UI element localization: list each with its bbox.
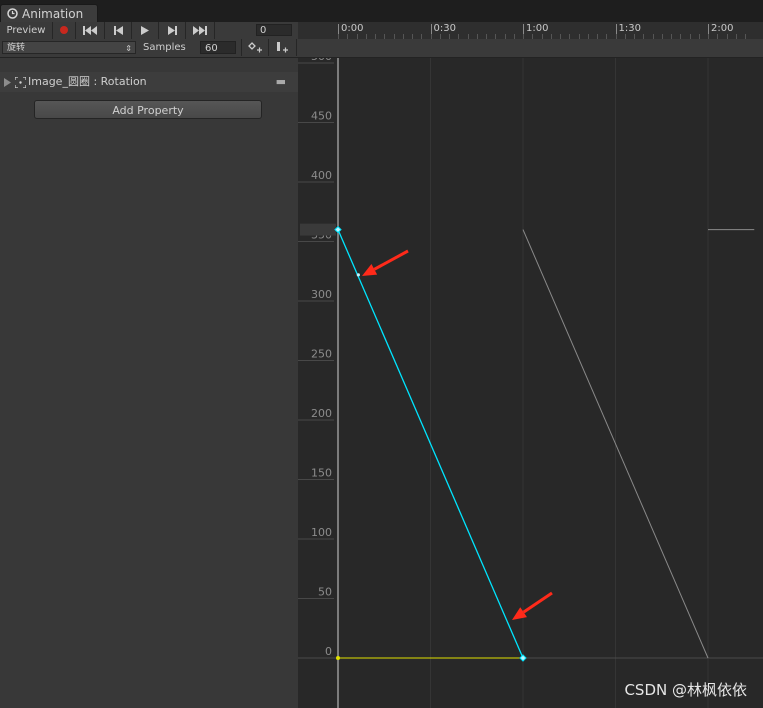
property-row[interactable]: Image_圆圈 : Rotation ▬ [0,72,298,92]
ruler-time-label: 0:00 [341,23,364,34]
y-tick-label: 300 [311,288,332,301]
preview-label: Preview [6,25,46,36]
playback-toolbar: Preview 0 [0,22,298,40]
y-tick-label: 450 [311,110,332,123]
y-tick-label: 50 [318,586,332,599]
y-tick-label: 0 [325,645,332,658]
annotation-arrow-shaft [522,591,553,614]
y-tick-label: 500 [311,58,332,63]
clip-dropdown[interactable]: 旋转 ⇕ [2,41,136,54]
y-tick-label: 150 [311,467,332,480]
add-keyframe-icon [248,42,262,53]
ruler-time-label: 1:00 [526,23,549,34]
property-label: Image_圆圈 : Rotation [28,75,147,88]
watermark: CSDN @林枫依依 [624,681,747,699]
curve-editor[interactable]: 050100150200250300350400450500 [298,58,763,708]
frame-input[interactable]: 0 [256,24,292,36]
annotation-arrow-shaft [373,249,409,271]
frame-value: 0 [260,25,267,36]
step-back-icon [113,26,123,35]
add-event-button[interactable] [268,39,297,56]
next-key-button[interactable] [159,22,186,39]
clip-toolbar: 旋转 ⇕ Samples 60 [0,39,298,58]
last-key-button[interactable] [186,22,215,39]
add-keyframe-button[interactable] [241,39,269,56]
ruler-time-label: 1:30 [618,23,641,34]
add-event-icon [277,42,288,53]
ruler-time-label: 2:00 [711,23,734,34]
selected-value-band [300,223,336,236]
step-forward-icon [167,26,177,35]
add-property-label: Add Property [112,104,184,117]
keyframe-marker [519,654,527,662]
ruler-time-label: 0:30 [433,23,456,34]
samples-value: 60 [205,43,218,54]
record-button[interactable] [53,22,76,39]
play-icon [141,26,149,35]
samples-label: Samples [143,42,186,53]
y-tick-label: 400 [311,169,332,182]
skip-to-start-icon [83,26,97,35]
preview-button[interactable]: Preview [0,22,53,39]
event-lane[interactable] [298,39,763,58]
keyframe-marker-baseline [336,656,340,660]
y-tick-label: 100 [311,526,332,539]
skip-to-end-icon [193,26,207,35]
first-key-button[interactable] [76,22,105,39]
tab-title: Animation [22,7,84,21]
time-ruler[interactable]: 0:00 0:30 1:00 1:30 2:00 [298,22,763,40]
property-panel: Image_圆圈 : Rotation ▬ Add Property [0,58,298,708]
tangent-handle [356,273,360,277]
record-icon [60,26,68,34]
annotation-arrow-head [512,607,527,620]
tab-bar [0,0,763,22]
y-tick-label: 200 [311,407,332,420]
clock-icon [7,8,18,19]
play-button[interactable] [132,22,159,39]
add-property-button[interactable]: Add Property [34,100,262,119]
expand-arrow-icon[interactable] [4,78,11,87]
y-tick-label: 250 [311,348,332,361]
tab-animation[interactable]: Animation [0,4,98,23]
prev-key-button[interactable] [105,22,132,39]
clip-name: 旋转 [7,43,26,53]
dropdown-arrow-icon: ⇕ [125,44,132,53]
samples-input[interactable]: 60 [200,41,236,54]
rect-transform-icon [15,77,26,88]
remove-property-icon[interactable]: ▬ [276,72,286,92]
